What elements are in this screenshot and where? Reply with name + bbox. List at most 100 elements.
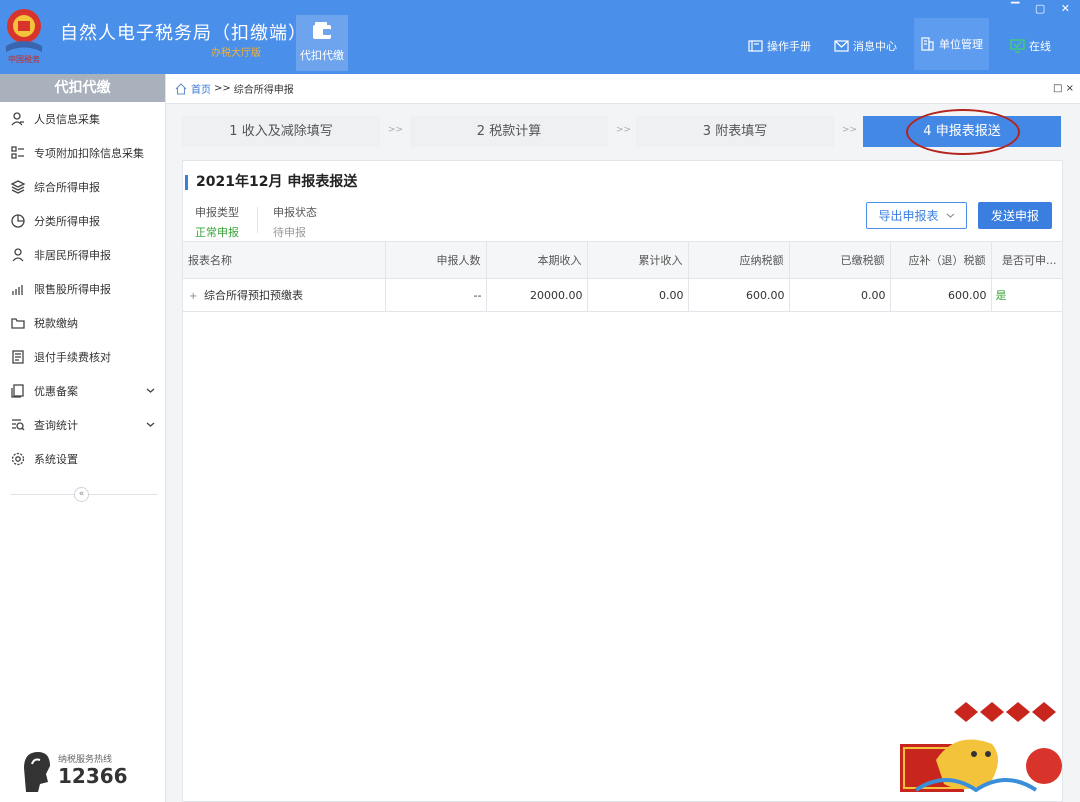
cell-can-declare: 是 [991,278,1063,312]
declare-status-value: 待申报 [273,226,306,239]
sidebar-item-label: 分类所得申报 [34,215,100,228]
layers-icon [11,180,25,194]
col-report-name: 报表名称 [183,241,386,279]
report-name-text: 综合所得预扣预缴表 [204,289,303,302]
declare-status: 申报状态 待申报 [273,204,317,240]
online-label: 在线 [1029,40,1051,53]
wallet-icon [313,22,331,39]
person-icon [11,112,24,126]
cell-current-income: 20000.00 [486,278,588,312]
col-can-declare: 是否可申... [991,241,1063,279]
step-tax-calculation[interactable]: 2 税款计算 [410,116,608,147]
gear-icon [11,452,25,466]
sidebar-collapse-button[interactable]: « [74,487,89,502]
highlight-circle-annotation [906,109,1020,155]
send-declaration-button[interactable]: 发送申报 [978,202,1052,229]
sidebar-item-label: 综合所得申报 [34,181,100,194]
search-list-icon [12,419,25,431]
col-tax-payable: 应纳税额 [688,241,790,279]
table-header-row: 报表名称 申报人数 本期收入 累计收入 应纳税额 已缴税额 应补（退）税额 是否… [183,241,1063,279]
new-year-decoration [900,702,1062,793]
export-report-button[interactable]: 导出申报表 [866,202,967,229]
sidebar-title: 代扣代缴 [0,74,165,102]
report-table: 报表名称 申报人数 本期收入 累计收入 应纳税额 已缴税额 应补（退）税额 是否… [183,241,1063,312]
sidebar-item-person-info[interactable]: 人员信息采集 [0,102,165,136]
sidebar-item-label: 查询统计 [34,419,78,432]
col-tax-paid: 已缴税额 [789,241,891,279]
declare-type-value: 正常申报 [195,226,239,239]
cell-report-name: + 综合所得预扣预缴表 [183,278,386,312]
sidebar-item-query-stats[interactable]: 查询统计 [0,408,165,442]
chevron-down-icon[interactable] [146,386,155,395]
sidebar-item-label: 系统设置 [34,453,78,466]
list-icon [11,146,24,159]
sidebar-item-special-deduction[interactable]: 专项附加扣除信息采集 [0,136,165,170]
pie-icon [11,214,25,228]
cell-tax-due-refund: 600.00 [890,278,992,312]
tax-emblem-logo: 中国税务 [6,9,42,64]
manual-label: 操作手册 [767,40,811,53]
unit-management-label: 单位管理 [939,38,983,51]
book-icon [748,40,763,52]
bar-chart-icon [12,285,23,295]
period-title: 2021年12月 申报表报送 [185,175,357,190]
sidebar-item-preferential-filing[interactable]: 优惠备案 [0,374,165,408]
chevron-down-icon [946,213,954,218]
svg-text:中国税务: 中国税务 [8,54,40,64]
chevron-down-icon[interactable] [146,420,155,429]
sidebar-item-fee-refund[interactable]: 退付手续费核对 [0,340,165,374]
home-icon [175,82,187,95]
person-outline-icon [12,248,24,262]
headset-person-icon [24,752,50,792]
sidebar-item-system-settings[interactable]: 系统设置 [0,442,165,476]
sidebar-item-nonresident[interactable]: 非居民所得申报 [0,238,165,272]
export-report-label: 导出申报表 [878,209,939,223]
copy-icon [11,384,24,398]
step-schedule-entry[interactable]: 3 附表填写 [636,116,834,147]
app-subtitle: 办税大厅版 [211,48,261,59]
sidebar-item-label: 税款缴纳 [34,317,78,330]
step-separator: >> [616,125,632,135]
sidebar-item-label: 专项附加扣除信息采集 [34,147,144,160]
expand-icon[interactable]: + [189,291,198,302]
cell-tax-payable: 600.00 [688,278,790,312]
building-icon [921,37,934,51]
breadcrumb: 首页 >> 综合所得申报 □ × [166,74,1080,104]
sidebar-item-label: 人员信息采集 [34,113,100,126]
message-center-label: 消息中心 [853,40,897,53]
step-separator: >> [388,125,404,135]
monitor-check-icon [1010,39,1025,53]
message-center-link[interactable]: 消息中心 [834,37,897,55]
nav-tile-label: 代扣代缴 [300,49,344,62]
document-icon [12,350,24,364]
table-row[interactable]: + 综合所得预扣预缴表 -- 20000.00 0.00 600.00 0.00 … [183,278,1063,312]
mail-icon [834,40,849,52]
service-hotline: 纳税服务热线 12366 [18,748,138,794]
cell-declarant-count: -- [385,278,487,312]
breadcrumb-separator: >> [214,83,231,94]
nav-tile-withholding[interactable]: 代扣代缴 [296,15,348,71]
sidebar: 代扣代缴 人员信息采集 专项附加扣除信息采集 综合所得申报 分类所得申报 非居民… [0,74,166,802]
window-controls[interactable]: ▔ ▢ ✕ [1011,2,1076,15]
step-income-entry[interactable]: 1 收入及减除填写 [182,116,380,147]
sidebar-item-restricted-stock[interactable]: 限售股所得申报 [0,272,165,306]
sidebar-item-classified-income[interactable]: 分类所得申报 [0,204,165,238]
sidebar-item-tax-payment[interactable]: 税款缴纳 [0,306,165,340]
breadcrumb-home[interactable]: 首页 [191,81,211,96]
sidebar-item-comprehensive-income[interactable]: 综合所得申报 [0,170,165,204]
breadcrumb-current: 综合所得申报 [233,85,294,96]
online-status[interactable]: 在线 [1010,37,1051,55]
sidebar-item-label: 限售股所得申报 [34,283,111,296]
main-content: 首页 >> 综合所得申报 □ × 1 收入及减除填写 >> 2 税款计算 >> … [166,74,1080,802]
cell-tax-paid: 0.00 [789,278,891,312]
manual-link[interactable]: 操作手册 [748,37,811,55]
app-header: 中国税务 自然人电子税务局（扣缴端） 办税大厅版 代扣代缴 ▔ ▢ ✕ 操作手册… [0,0,1080,74]
col-declarant-count: 申报人数 [385,241,487,279]
cell-cumulative-income: 0.00 [587,278,689,312]
tab-window-controls[interactable]: □ × [1053,83,1074,94]
declare-type: 申报类型 正常申报 [195,204,239,240]
unit-management-link[interactable]: 单位管理 [914,18,989,70]
sidebar-item-label: 优惠备案 [34,385,78,398]
folder-icon [11,318,25,329]
sidebar-item-label: 退付手续费核对 [34,351,111,364]
